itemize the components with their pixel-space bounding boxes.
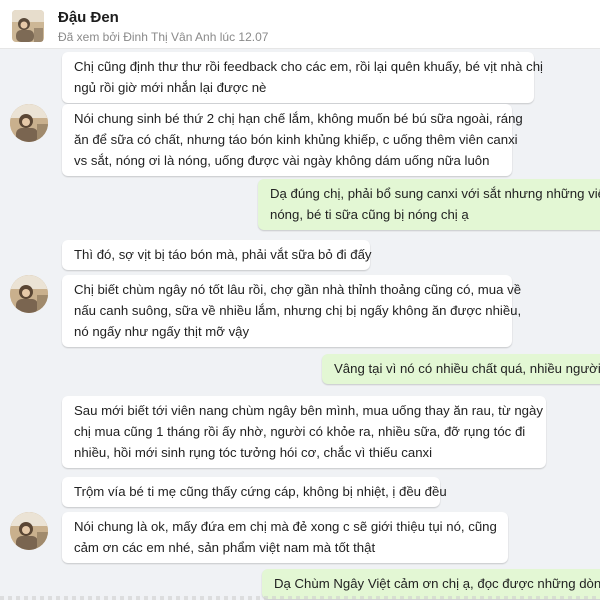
message-text: ngủ rồi giờ mới nhắn lại được nè <box>74 80 267 95</box>
message-bubble-outgoing[interactable]: Dạ Chùm Ngây Việt cảm ơn chị ạ, đọc được… <box>262 569 600 599</box>
message-text: Sau mới biết tới viên nang chùm ngây bên… <box>74 403 543 418</box>
message-bubble-incoming[interactable]: Chị cũng định thư thư rồi feedback cho c… <box>62 52 543 103</box>
message-bubble-incoming[interactable]: Trộm vía bé ti mẹ cũng thấy cứng cáp, kh… <box>62 477 447 507</box>
message-bubble-incoming[interactable]: Chị biết chùm ngây nó tốt lâu rồi, chợ g… <box>62 275 522 347</box>
message-bubble-incoming[interactable]: Nói chung sinh bé thứ 2 chị hạn chế lắm,… <box>62 104 523 176</box>
message-text: Dạ Chùm Ngây Việt cảm ơn chị ạ, đọc được… <box>274 576 600 591</box>
message-text: ăn để sữa có chất, nhưng táo bón kinh kh… <box>74 132 518 147</box>
chat-window: Đậu Đen Đã xem bởi Đinh Thị Vân Anh lúc … <box>0 0 600 600</box>
contact-avatar-icon[interactable] <box>10 275 48 313</box>
message-bubble-outgoing[interactable]: Vâng tại vì nó có nhiều chất quá, nhiều … <box>322 354 600 384</box>
message-text: nóng, bé ti sữa cũng bị nóng chị ạ <box>270 207 469 222</box>
message-text: nó ngấy như ngấy thịt mỡ vậy <box>74 324 250 339</box>
message-text: Chị biết chùm ngây nó tốt lâu rồi, chợ g… <box>74 282 522 297</box>
chat-header: Đậu Đen Đã xem bởi Đinh Thị Vân Anh lúc … <box>0 0 600 49</box>
message-bubble-outgoing[interactable]: Dạ đúng chị, phải bổ sung canxi với sắt … <box>258 179 600 230</box>
message-bubble-incoming[interactable]: Thì đó, sợ vịt bị táo bón mà, phải vắt s… <box>62 240 372 270</box>
message-text: Chị cũng định thư thư rồi feedback cho c… <box>74 59 543 74</box>
message-text: nấu canh suông, sữa về nhiều lắm, nhưng … <box>74 303 522 318</box>
message-text: Vâng tại vì nó có nhiều chất quá, nhiều … <box>334 361 600 376</box>
message-text: Nói chung sinh bé thứ 2 chị hạn chế lắm,… <box>74 111 523 126</box>
contact-avatar[interactable] <box>12 10 44 42</box>
divider <box>0 596 600 600</box>
message-text: vs sắt, nóng ơi là nóng, uống được vài n… <box>74 153 490 168</box>
contact-name[interactable]: Đậu Đen <box>58 9 119 26</box>
message-text: Dạ đúng chị, phải bổ sung canxi với sắt … <box>270 186 600 201</box>
message-text: chị mua cũng 1 tháng rồi ấy nhờ, người c… <box>74 424 526 439</box>
contact-avatar-icon[interactable] <box>10 104 48 142</box>
seen-status: Đã xem bởi Đinh Thị Vân Anh lúc 12.07 <box>58 30 269 44</box>
message-text: cảm ơn các em nhé, sản phẩm việt nam mà … <box>74 540 376 555</box>
message-text: Nói chung là ok, mấy đứa em chị mà đẻ xo… <box>74 519 497 534</box>
message-text: Trộm vía bé ti mẹ cũng thấy cứng cáp, kh… <box>74 484 447 499</box>
message-text: nhiều, hồi mới sinh rụng tóc tưởng hói c… <box>74 445 433 460</box>
message-text: Thì đó, sợ vịt bị táo bón mà, phải vắt s… <box>74 247 372 262</box>
message-bubble-incoming[interactable]: Sau mới biết tới viên nang chùm ngây bên… <box>62 396 546 468</box>
message-bubble-incoming[interactable]: Nói chung là ok, mấy đứa em chị mà đẻ xo… <box>62 512 508 563</box>
contact-avatar-icon[interactable] <box>10 512 48 550</box>
